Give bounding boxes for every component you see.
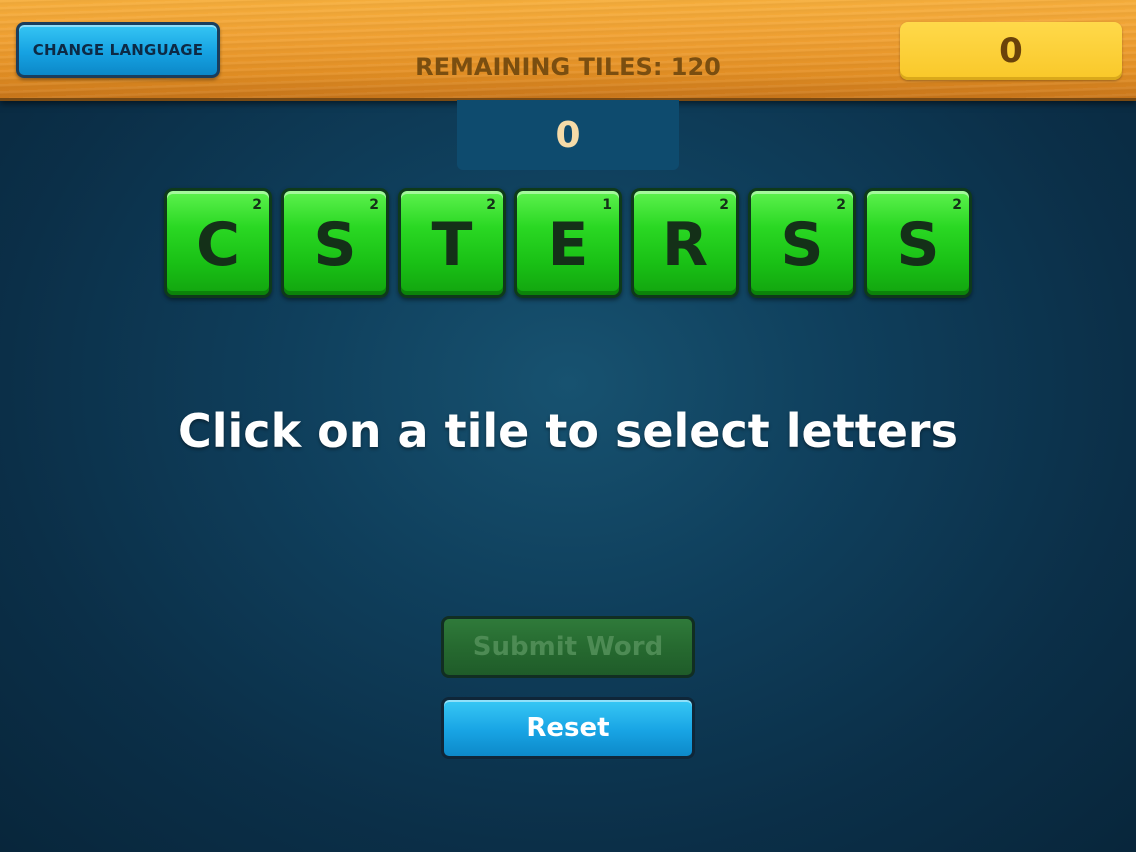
change-language-button[interactable]: CHANGE LANGUAGE <box>16 22 220 78</box>
letter-tile[interactable]: C 2 <box>164 188 272 298</box>
letter-tile[interactable]: S 2 <box>281 188 389 298</box>
letter-tile[interactable]: S 2 <box>748 188 856 298</box>
remaining-tiles-counter: REMAINING TILES: 120 <box>415 53 721 81</box>
tile-points: 2 <box>252 197 262 213</box>
tile-points: 1 <box>602 197 612 213</box>
total-score-display: 0 <box>900 22 1122 80</box>
instruction-text: Click on a tile to select letters <box>178 404 958 458</box>
letter-tile[interactable]: E 1 <box>514 188 622 298</box>
letter-tile-rack: C 2 S 2 T 2 E 1 R 2 S 2 S 2 <box>164 188 974 300</box>
tile-points: 2 <box>836 197 846 213</box>
submit-word-button[interactable]: Submit Word <box>441 616 695 678</box>
letter-tile[interactable]: T 2 <box>398 188 506 298</box>
reset-button[interactable]: Reset <box>441 697 695 759</box>
letter-tile[interactable]: R 2 <box>631 188 739 298</box>
tile-points: 2 <box>369 197 379 213</box>
letter-tile[interactable]: S 2 <box>864 188 972 298</box>
tile-points: 2 <box>952 197 962 213</box>
current-word-score: 0 <box>457 100 679 170</box>
tile-points: 2 <box>719 197 729 213</box>
top-bar: CHANGE LANGUAGE REMAINING TILES: 120 0 <box>0 0 1136 101</box>
tile-points: 2 <box>486 197 496 213</box>
